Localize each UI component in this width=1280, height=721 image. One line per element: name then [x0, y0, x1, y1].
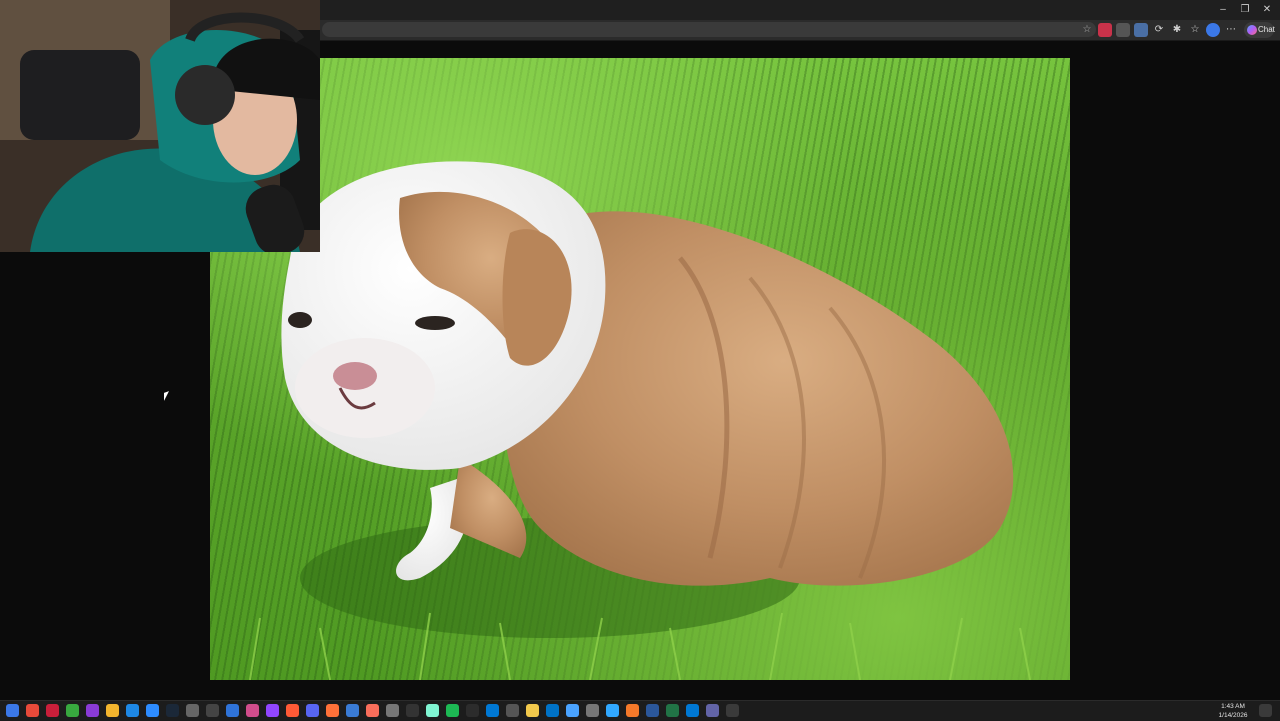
photoshop-icon[interactable] — [606, 704, 619, 717]
teams-icon[interactable] — [706, 704, 719, 717]
security-icon[interactable] — [726, 704, 739, 717]
zoom-icon[interactable] — [146, 704, 159, 717]
obs-icon[interactable] — [406, 704, 419, 717]
address-bar[interactable] — [322, 22, 1096, 37]
spotify-icon[interactable] — [446, 704, 459, 717]
word-icon[interactable] — [646, 704, 659, 717]
zed-icon[interactable] — [186, 704, 199, 717]
calculator-icon[interactable] — [506, 704, 519, 717]
extension-icon[interactable] — [1134, 23, 1148, 37]
restore-button[interactable]: ❐ — [1234, 2, 1256, 18]
blender-icon[interactable] — [626, 704, 639, 717]
refresh-icon[interactable]: ⟳ — [1152, 23, 1166, 37]
clock-date: 1/14/2026 — [1218, 712, 1248, 719]
steam-like-icon[interactable] — [166, 704, 179, 717]
extension-icon[interactable] — [1098, 23, 1112, 37]
clock-time: 1:43 AM — [1221, 703, 1245, 710]
chrome-icon[interactable] — [26, 704, 39, 717]
twitch-icon[interactable] — [266, 704, 279, 717]
profile-avatar[interactable] — [1206, 23, 1220, 37]
notification-icon[interactable] — [1259, 704, 1272, 717]
copilot-icon — [1247, 25, 1257, 35]
minimize-button[interactable]: – — [1212, 2, 1234, 18]
outlook-icon[interactable] — [686, 704, 699, 717]
chat-label: Chat — [1258, 25, 1275, 34]
puppy-illustration — [249, 161, 1031, 680]
excel-icon[interactable] — [666, 704, 679, 717]
docs-icon[interactable] — [226, 704, 239, 717]
system-clock[interactable]: 1:43 AM 1/14/2026 — [1216, 702, 1250, 720]
opera-icon[interactable] — [46, 704, 59, 717]
streamer-webcam-feed — [0, 0, 320, 252]
camera-icon[interactable] — [586, 704, 599, 717]
xbox-icon[interactable] — [66, 704, 79, 717]
menu-more-icon[interactable]: ⋯ — [1224, 23, 1238, 37]
windows-start-icon[interactable] — [6, 704, 19, 717]
favorites-icon[interactable]: ☆ — [1188, 23, 1202, 37]
close-button[interactable]: ✕ — [1256, 2, 1278, 18]
arc-icon[interactable] — [366, 704, 379, 717]
copilot-chat-button[interactable]: Chat — [1244, 22, 1275, 38]
bulldog-puppy-photo — [210, 58, 1070, 680]
photos-icon[interactable] — [246, 704, 259, 717]
extensions-puzzle-icon[interactable]: ✱ — [1170, 23, 1184, 37]
discord-icon[interactable] — [306, 704, 319, 717]
notion-icon[interactable] — [386, 704, 399, 717]
folder-icon[interactable] — [106, 704, 119, 717]
cloud-icon[interactable] — [566, 704, 579, 717]
tor-icon[interactable] — [86, 704, 99, 717]
store-icon[interactable] — [486, 704, 499, 717]
bookmark-star-icon[interactable]: ☆ — [1080, 23, 1094, 37]
notes-icon[interactable] — [526, 704, 539, 717]
terminal-icon[interactable] — [466, 704, 479, 717]
webcam-overlay — [0, 0, 320, 252]
streamlabs-icon[interactable] — [426, 704, 439, 717]
taskbar: 1:43 AM 1/14/2026 — [0, 700, 1280, 721]
edge-icon[interactable] — [126, 704, 139, 717]
mail-icon[interactable] — [546, 704, 559, 717]
extension-icon[interactable] — [1116, 23, 1130, 37]
firefox-icon[interactable] — [326, 704, 339, 717]
media-icon[interactable] — [286, 704, 299, 717]
monitor-icon[interactable] — [346, 704, 359, 717]
settings-icon[interactable] — [206, 704, 219, 717]
